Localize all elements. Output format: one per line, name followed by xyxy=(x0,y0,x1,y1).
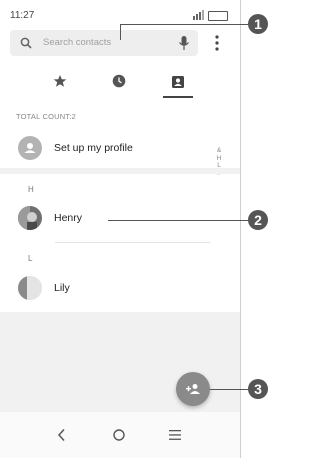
battery-icon xyxy=(208,11,228,21)
callout-1: 1 xyxy=(248,14,268,34)
contact-name: Henry xyxy=(54,212,83,224)
menu-icon[interactable] xyxy=(167,428,183,442)
home-icon[interactable] xyxy=(111,428,127,442)
contact-row-lily[interactable]: Lily xyxy=(0,272,240,306)
callout-3: 3 xyxy=(248,379,268,399)
index-letter[interactable]: & xyxy=(216,147,222,155)
status-time: 11:27 xyxy=(10,10,35,21)
search-icon xyxy=(20,37,32,49)
section-letter: L xyxy=(28,254,33,263)
contact-card-icon xyxy=(172,76,184,88)
phone-screen: 11:27 Search contacts TOTAL COUNT:2 Set … xyxy=(0,0,241,458)
contact-row-henry[interactable]: Henry xyxy=(0,202,240,236)
status-bar: 11:27 xyxy=(0,0,240,26)
clock-icon xyxy=(112,74,126,88)
more-vert-icon[interactable] xyxy=(213,33,221,53)
tab-recents[interactable] xyxy=(104,68,134,94)
add-contact-button[interactable] xyxy=(176,372,210,406)
profile-label: Set up my profile xyxy=(54,142,133,154)
navigation-bar xyxy=(0,412,240,458)
callout-2: 2 xyxy=(248,210,268,230)
section-letter: H xyxy=(28,185,34,194)
list-divider xyxy=(55,242,210,243)
signal-icon xyxy=(193,10,204,20)
contact-avatar xyxy=(18,206,42,230)
profile-avatar-icon xyxy=(18,136,42,160)
callout-leader-2 xyxy=(108,220,248,221)
search-bar[interactable]: Search contacts xyxy=(10,30,198,56)
setup-profile-row[interactable]: Set up my profile xyxy=(0,132,240,166)
callout-leader-1 xyxy=(120,24,248,25)
star-icon xyxy=(53,75,67,87)
section-separator xyxy=(0,168,240,174)
callout-leader-3 xyxy=(210,389,248,390)
contact-avatar xyxy=(18,276,42,300)
search-input[interactable]: Search contacts xyxy=(43,37,111,48)
callout-leader-1-drop xyxy=(120,24,121,40)
mic-icon[interactable] xyxy=(178,35,190,51)
back-icon[interactable] xyxy=(54,428,70,442)
tab-bar xyxy=(0,64,240,100)
total-count: TOTAL COUNT:2 xyxy=(16,112,76,121)
add-contact-icon xyxy=(186,384,200,394)
contact-name: Lily xyxy=(54,282,70,294)
tab-favorites[interactable] xyxy=(45,68,75,94)
tab-contacts[interactable] xyxy=(163,68,193,98)
index-letter[interactable]: H xyxy=(216,155,222,163)
